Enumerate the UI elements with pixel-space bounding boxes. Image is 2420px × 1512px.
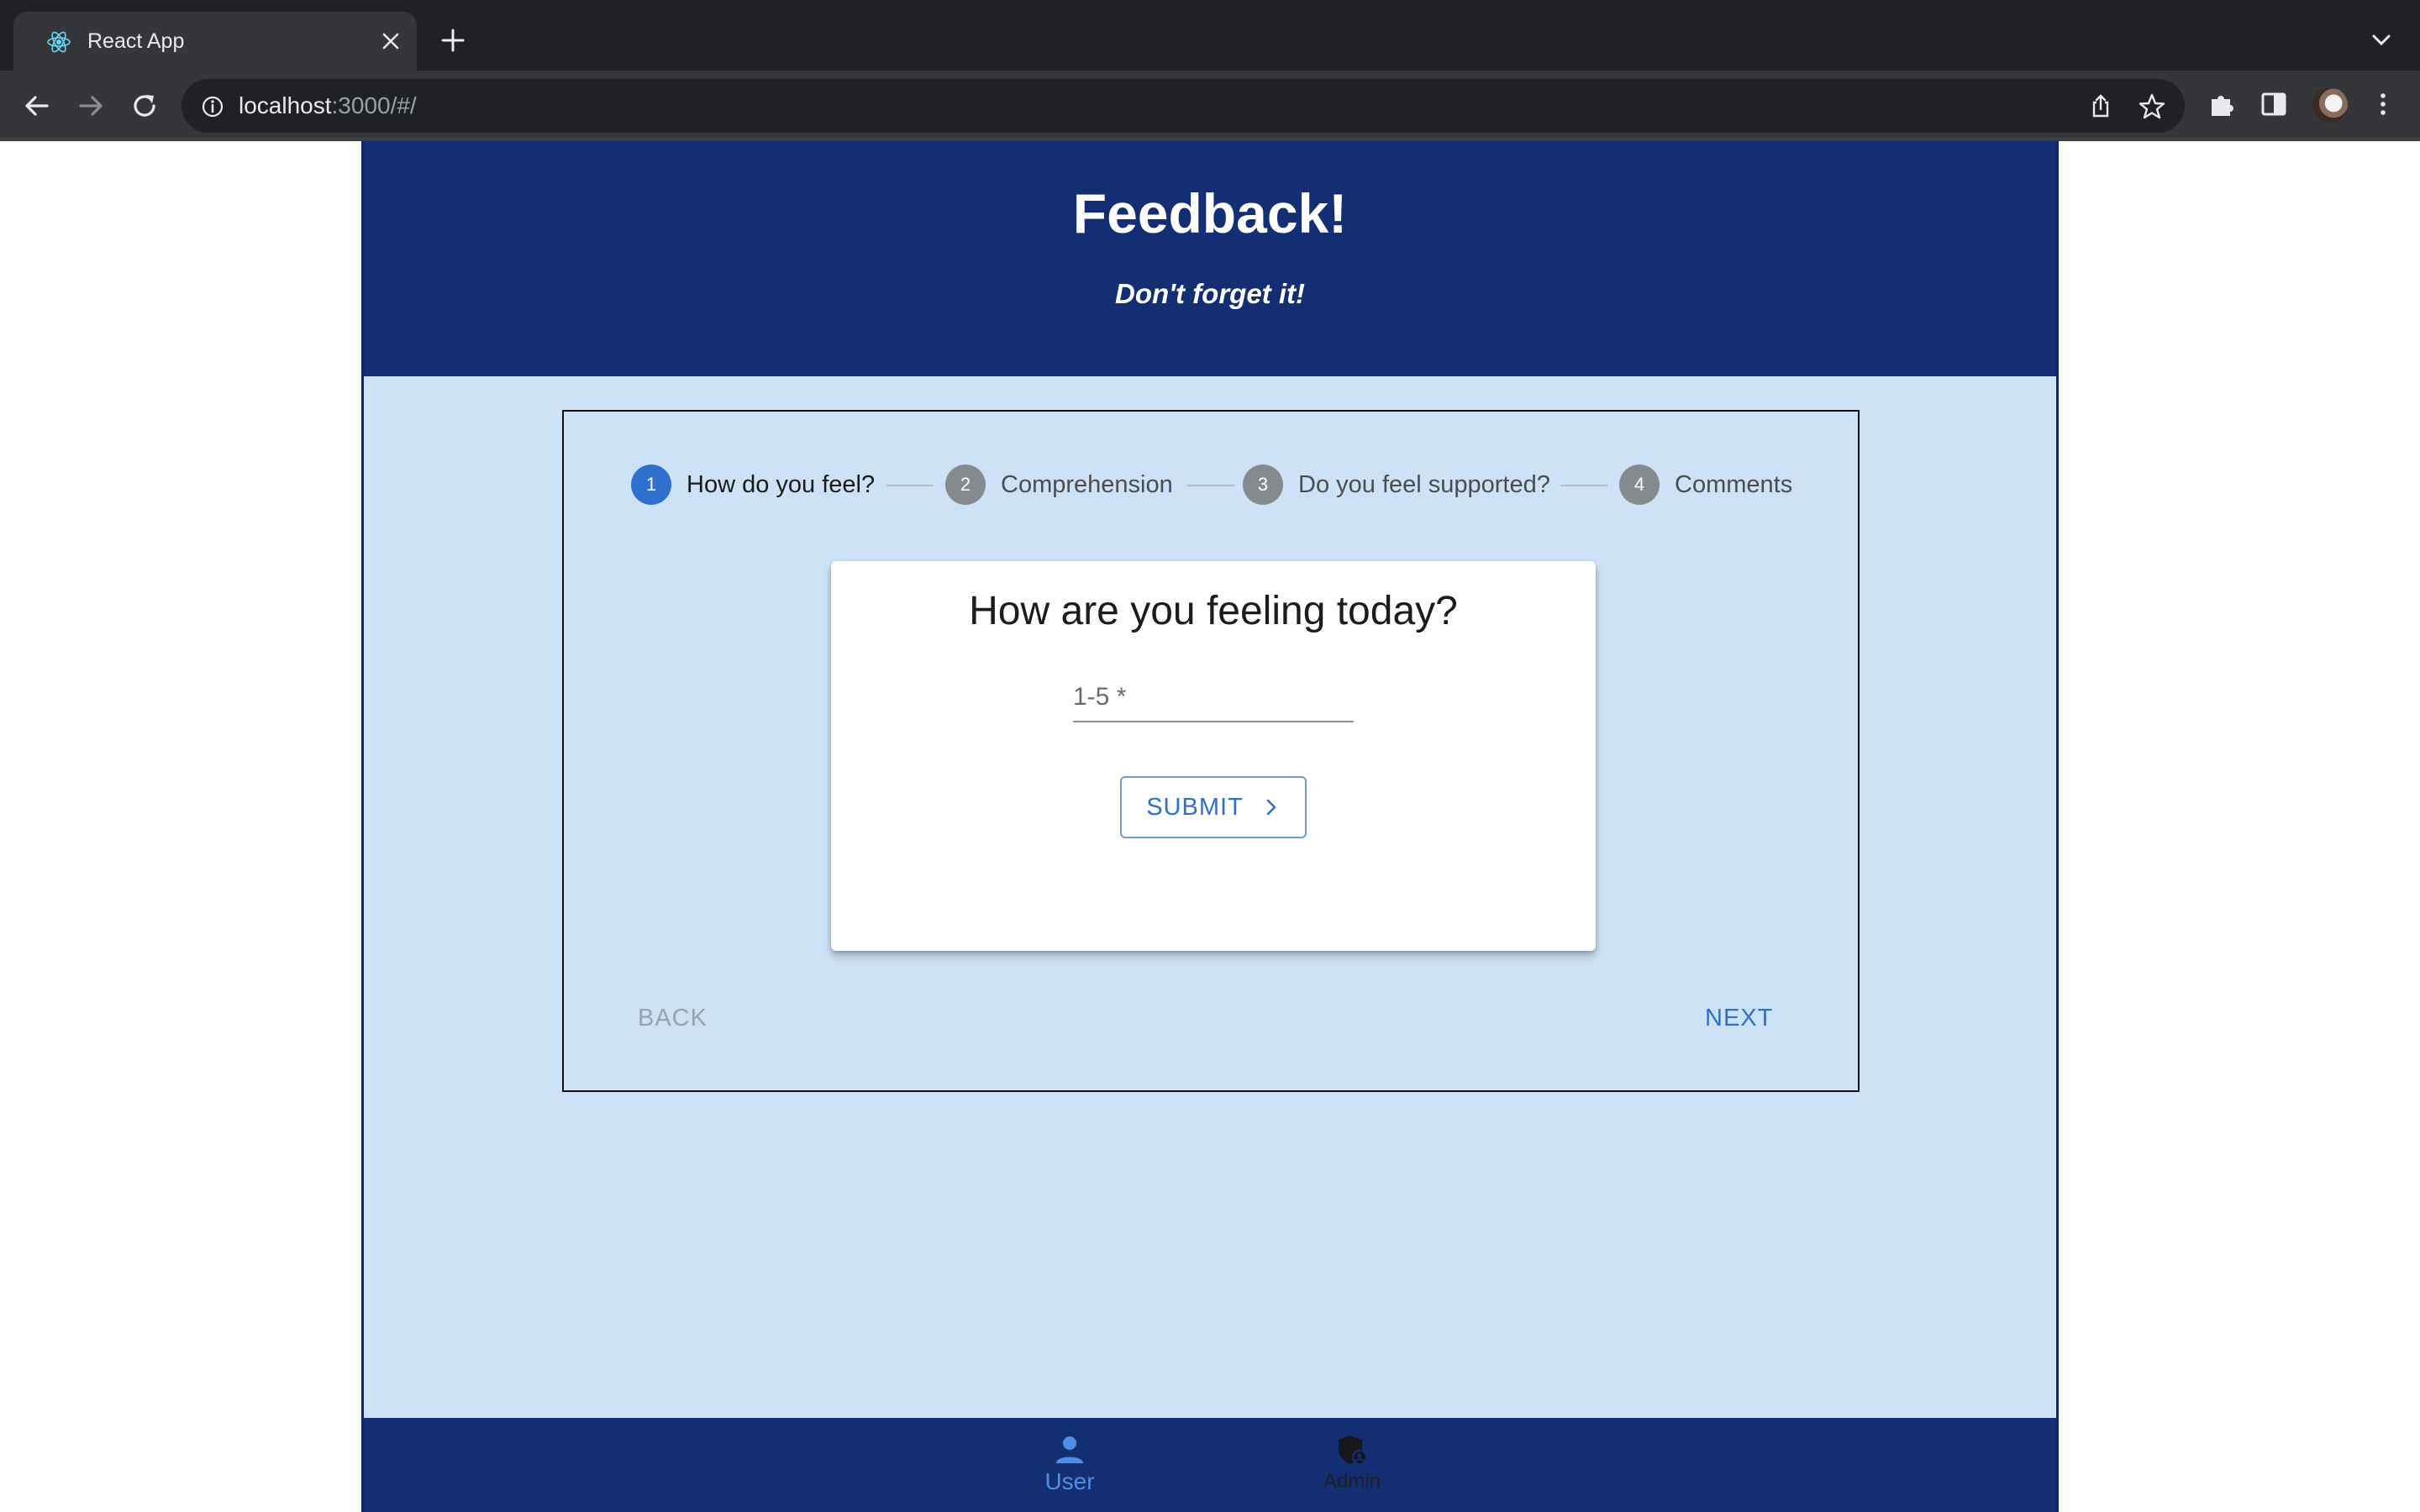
- url-text: localhost:3000/#/: [239, 92, 417, 119]
- site-info-icon[interactable]: [200, 94, 225, 119]
- next-button[interactable]: NEXT: [1705, 1005, 1773, 1032]
- page-title: Feedback!: [1072, 182, 1348, 244]
- app-container: Feedback! Don't forget it! 1 How do you …: [361, 141, 2059, 1512]
- step-number-badge: 3: [1243, 465, 1283, 505]
- step-label: Comments: [1675, 470, 1793, 498]
- step-do-you-feel-supported[interactable]: 3 Do you feel supported?: [1243, 464, 1550, 506]
- forward-arrow-icon[interactable]: [74, 89, 108, 123]
- bottom-navigation: User Admin: [364, 1418, 2056, 1512]
- bookmark-star-icon[interactable]: [2138, 92, 2166, 121]
- close-tab-icon[interactable]: [380, 30, 402, 52]
- step-connector: [1560, 485, 1607, 486]
- person-icon: [1056, 1436, 1083, 1463]
- back-arrow-icon[interactable]: [20, 89, 54, 123]
- submit-button[interactable]: SUBMIT: [1120, 776, 1307, 838]
- share-icon[interactable]: [2087, 92, 2114, 119]
- browser-tab[interactable]: React App: [13, 12, 417, 71]
- step-number-badge: 4: [1619, 465, 1660, 505]
- step-comprehension[interactable]: 2 Comprehension: [945, 464, 1173, 506]
- stepper-steps: 1 How do you feel? 2 Comprehension 3 Do …: [564, 464, 1858, 506]
- url-path: :3000/#/: [331, 92, 417, 118]
- admin-shield-icon: [1339, 1436, 1367, 1465]
- reload-icon[interactable]: [128, 89, 161, 123]
- react-logo-icon: [47, 31, 71, 53]
- bottom-nav-user[interactable]: User: [986, 1428, 1154, 1512]
- back-button[interactable]: BACK: [638, 1005, 708, 1032]
- extensions-puzzle-icon[interactable]: [2207, 89, 2237, 119]
- tab-title: React App: [87, 29, 185, 53]
- step-number-badge: 2: [945, 465, 986, 505]
- tab-search-chevron-icon[interactable]: [2370, 30, 2393, 50]
- question-card: How are you feeling today? SUBMIT: [831, 561, 1596, 951]
- rating-field: [1073, 674, 1354, 722]
- url-host: localhost: [239, 92, 332, 118]
- browser-toolbar: localhost:3000/#/: [0, 71, 2420, 141]
- new-tab-icon[interactable]: [440, 28, 466, 53]
- question-text: How are you feeling today?: [969, 589, 1458, 633]
- step-comments[interactable]: 4 Comments: [1619, 464, 1792, 506]
- step-label: Do you feel supported?: [1298, 470, 1550, 498]
- step-label: Comprehension: [1001, 470, 1173, 498]
- submit-label: SUBMIT: [1146, 793, 1244, 821]
- step-number-badge: 1: [631, 465, 671, 505]
- side-panel-icon[interactable]: [2259, 89, 2289, 119]
- chevron-right-icon: [1266, 799, 1276, 816]
- rating-input[interactable]: [1073, 674, 1354, 721]
- bottom-nav-admin[interactable]: Admin: [1268, 1428, 1436, 1512]
- profile-avatar[interactable]: [2312, 87, 2348, 123]
- bottom-nav-user-label: User: [1044, 1468, 1095, 1494]
- address-bar[interactable]: localhost:3000/#/: [182, 79, 2185, 133]
- step-label: How do you feel?: [687, 470, 876, 498]
- bottom-nav-admin-label: Admin: [1323, 1470, 1381, 1493]
- page-subtitle: Don't forget it!: [1115, 278, 1305, 309]
- step-connector: [1187, 485, 1234, 486]
- step-connector: [886, 485, 934, 486]
- step-how-do-you-feel[interactable]: 1 How do you feel?: [631, 464, 875, 506]
- feedback-stepper: 1 How do you feel? 2 Comprehension 3 Do …: [562, 410, 1860, 1092]
- browser-tab-strip: React App: [0, 0, 2420, 71]
- app-header: Feedback! Don't forget it!: [364, 141, 2056, 376]
- browser-menu-icon[interactable]: [2368, 89, 2398, 119]
